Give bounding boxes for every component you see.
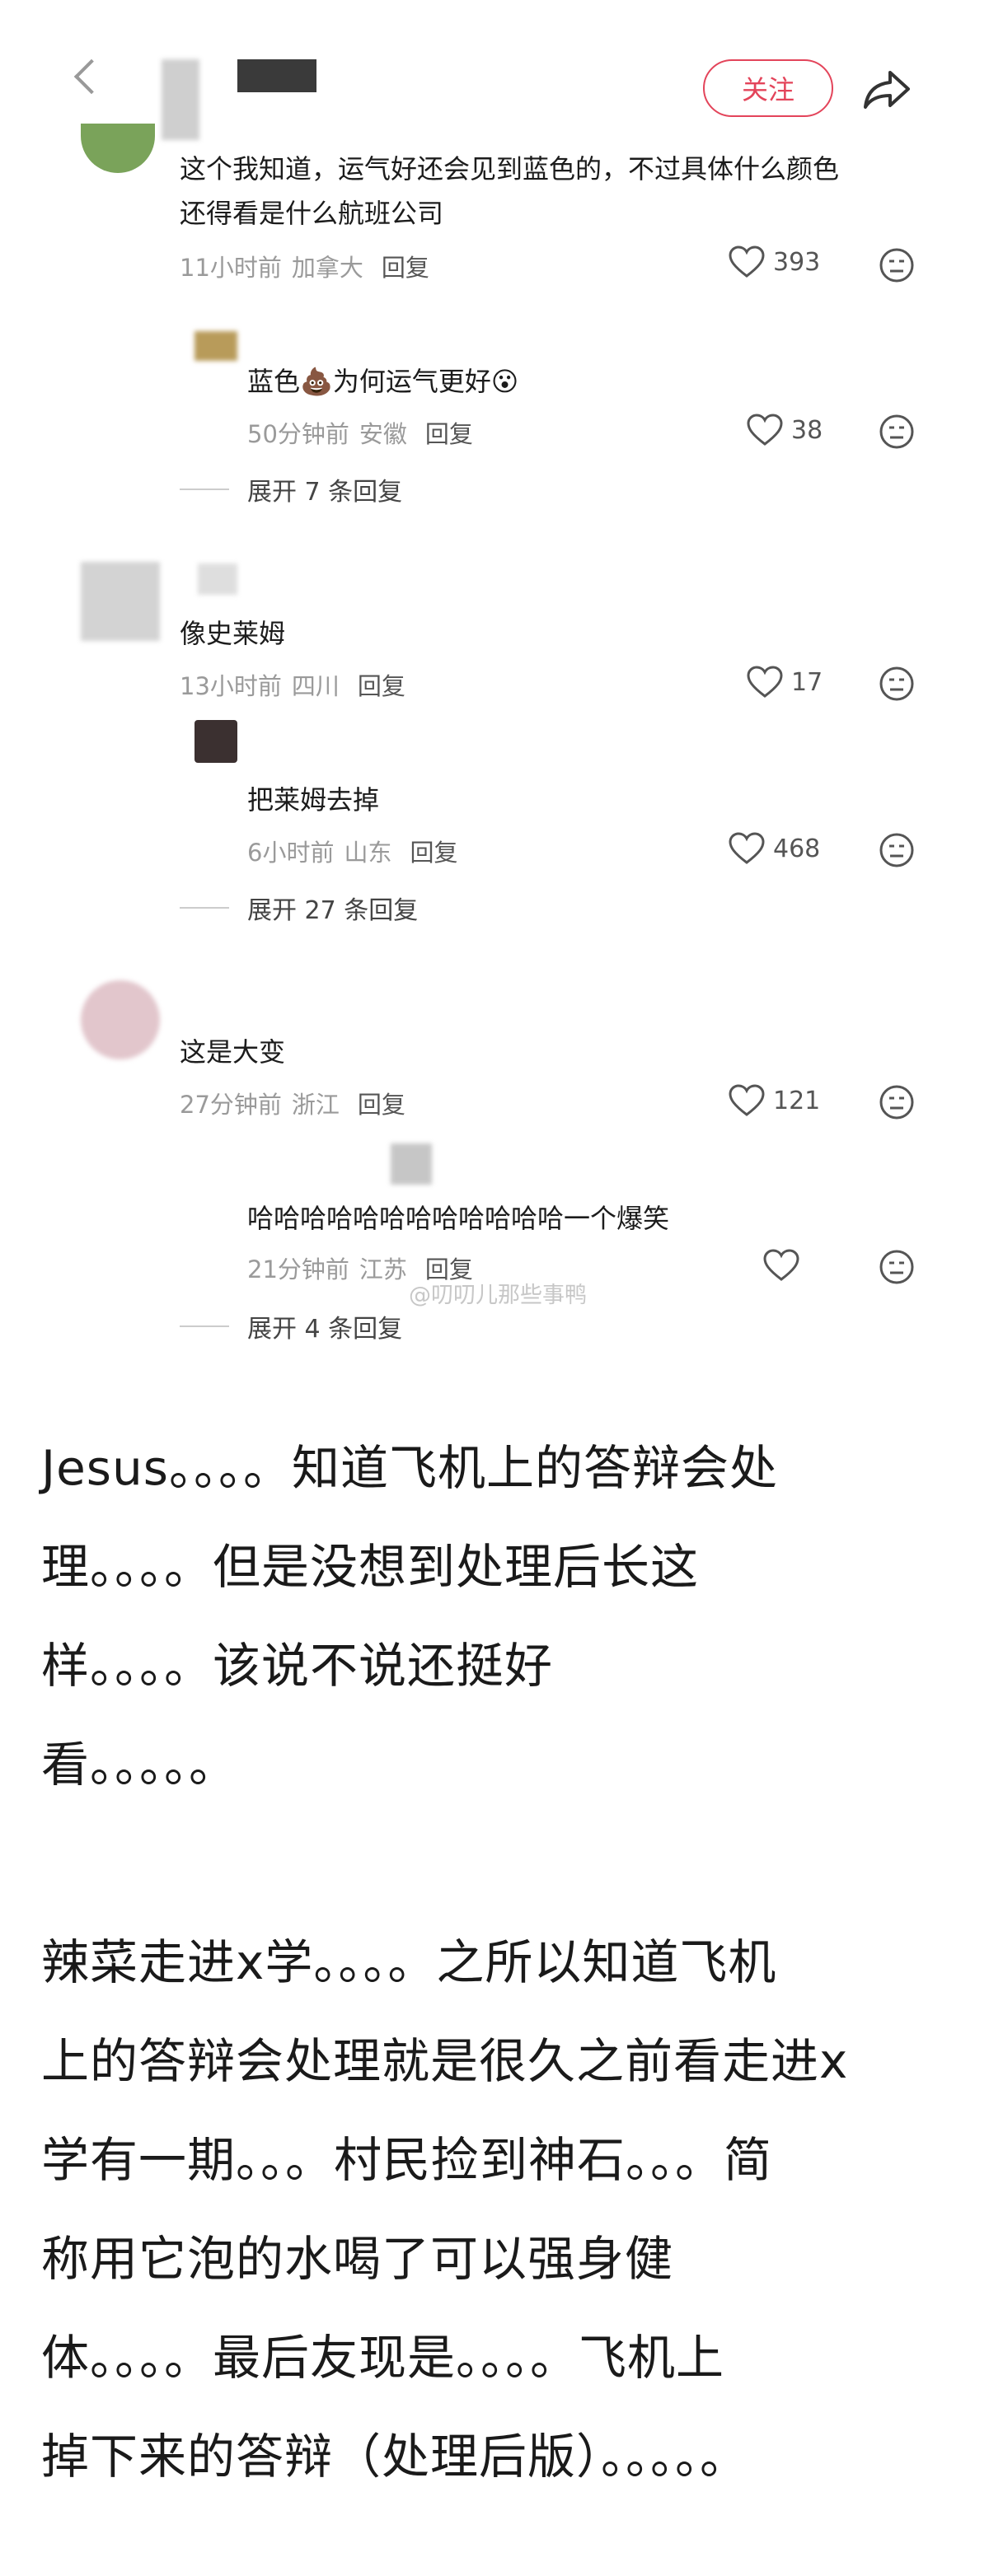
- post-line: 掉下来的答辩（处理后版）。。。。。: [41, 2429, 749, 2485]
- comment-meta: 27分钟前 浙江 回复: [180, 1086, 405, 1120]
- heart-icon: [747, 666, 783, 698]
- post-line: 学有一期。。。村民捡到神石。。。简: [41, 2132, 773, 2188]
- comment-region: 安徽: [359, 420, 407, 448]
- reply-button[interactable]: 回复: [410, 839, 457, 867]
- comment-line: 这个我知道，运气好还会见到蓝色的，不过具体什么颜色: [180, 153, 840, 185]
- comment-text: 这是大变: [180, 1036, 286, 1068]
- comment-text: 把莱姆去掉: [247, 784, 380, 816]
- heart-icon: [729, 1084, 765, 1116]
- comment-meta: 11小时前 加拿大 回复: [180, 249, 429, 283]
- comment-text: 哈哈哈哈哈哈哈哈哈哈哈哈一个爆笑: [247, 1203, 670, 1234]
- heart-icon: [729, 832, 765, 864]
- comment-region: 加拿大: [291, 254, 363, 282]
- post-line: 称用它泡的水喝了可以强身健: [41, 2231, 674, 2287]
- expand-replies-button[interactable]: 展开 27 条回复: [180, 890, 418, 926]
- expand-replies-button[interactable]: 展开 7 条回复: [180, 471, 402, 507]
- avatar[interactable]: [81, 124, 155, 173]
- divider: [180, 489, 229, 490]
- expand-label: 展开 27 条回复: [247, 896, 419, 925]
- avatar[interactable]: [195, 720, 237, 763]
- like-button[interactable]: 121: [729, 1084, 820, 1117]
- heart-icon: [729, 245, 765, 278]
- comment-text: 这个我知道，运气好还会见到蓝色的，不过具体什么颜色 还得看是什么航班公司: [180, 147, 921, 236]
- avatar[interactable]: [81, 980, 160, 1059]
- comment-time: 11小时前: [180, 254, 282, 282]
- heart-icon: [763, 1249, 799, 1281]
- comment-text: 像史莱姆: [180, 618, 286, 649]
- like-button[interactable]: 393: [729, 245, 820, 278]
- comment-meta: 13小时前 四川 回复: [180, 667, 405, 702]
- follow-button[interactable]: 关注: [703, 59, 833, 117]
- post-line: 样。。。。该说不说还挺好: [41, 1638, 554, 1694]
- reply-button[interactable]: 回复: [382, 254, 429, 282]
- expand-replies-button[interactable]: 展开 4 条回复: [180, 1308, 402, 1344]
- dislike-icon[interactable]: [879, 247, 915, 283]
- share-icon[interactable]: [862, 68, 912, 112]
- dislike-icon[interactable]: [879, 414, 915, 450]
- author-avatar[interactable]: [162, 59, 199, 140]
- post-line: Jesus。。。。知道飞机上的答辩会处: [41, 1440, 778, 1496]
- post-line: 辣菜走进x学。。。。之所以知道飞机: [41, 1934, 777, 1990]
- dislike-icon[interactable]: [879, 666, 915, 702]
- like-button[interactable]: 38: [747, 414, 823, 446]
- avatar[interactable]: [195, 331, 237, 361]
- comment-region: 山东: [344, 839, 392, 867]
- reply-button[interactable]: 回复: [358, 1091, 405, 1119]
- watermark: @叨叨儿那些事鸭: [409, 1283, 587, 1308]
- comment-text: 蓝色💩为何运气更好😮: [247, 366, 519, 397]
- like-count: 17: [791, 667, 823, 697]
- comment-line: 还得看是什么航班公司: [180, 198, 444, 229]
- comment-region: 江苏: [359, 1255, 407, 1283]
- commenter-name: [198, 563, 237, 595]
- dislike-icon[interactable]: [879, 1249, 915, 1285]
- comment-time: 50分钟前: [247, 420, 349, 448]
- post-line: 上的答辩会处理就是很久之前看走进x: [41, 2033, 849, 2089]
- like-button[interactable]: 17: [747, 666, 823, 699]
- dislike-icon[interactable]: [879, 1084, 915, 1120]
- like-button[interactable]: 468: [729, 832, 820, 865]
- avatar[interactable]: [391, 1143, 432, 1185]
- like-count: 468: [773, 834, 821, 863]
- comment-time: 6小时前: [247, 839, 335, 867]
- comment-time: 21分钟前: [247, 1255, 349, 1283]
- comment-region: 四川: [291, 672, 340, 700]
- author-name: [237, 59, 316, 92]
- back-icon[interactable]: [73, 58, 110, 95]
- post-line: 体。。。。最后友现是。。。。飞机上: [41, 2330, 725, 2386]
- post-line: 理。。。。但是没想到处理后长这: [41, 1539, 700, 1595]
- divider: [180, 1325, 229, 1327]
- post-body: Jesus。。。。知道飞机上的答辩会处 理。。。。但是没想到处理后长这 样。。。…: [41, 1419, 964, 2506]
- like-button[interactable]: [763, 1249, 799, 1282]
- comment-meta: 50分钟前 安徽 回复: [247, 415, 473, 450]
- divider: [180, 907, 229, 909]
- heart-icon: [747, 414, 783, 446]
- expand-label: 展开 4 条回复: [247, 1315, 403, 1344]
- post-line: 看。。。。。: [41, 1737, 238, 1793]
- dislike-icon[interactable]: [879, 832, 915, 868]
- avatar[interactable]: [81, 562, 160, 641]
- comment-meta: 6小时前 山东 回复: [247, 834, 457, 868]
- like-count: 38: [791, 415, 823, 445]
- comment-region: 浙江: [291, 1091, 340, 1119]
- expand-label: 展开 7 条回复: [247, 478, 403, 507]
- comment-time: 13小时前: [180, 672, 282, 700]
- like-count: 121: [773, 1086, 821, 1115]
- like-count: 393: [773, 247, 821, 277]
- reply-button[interactable]: 回复: [358, 672, 405, 700]
- reply-button[interactable]: 回复: [425, 420, 473, 448]
- comment-time: 27分钟前: [180, 1091, 282, 1119]
